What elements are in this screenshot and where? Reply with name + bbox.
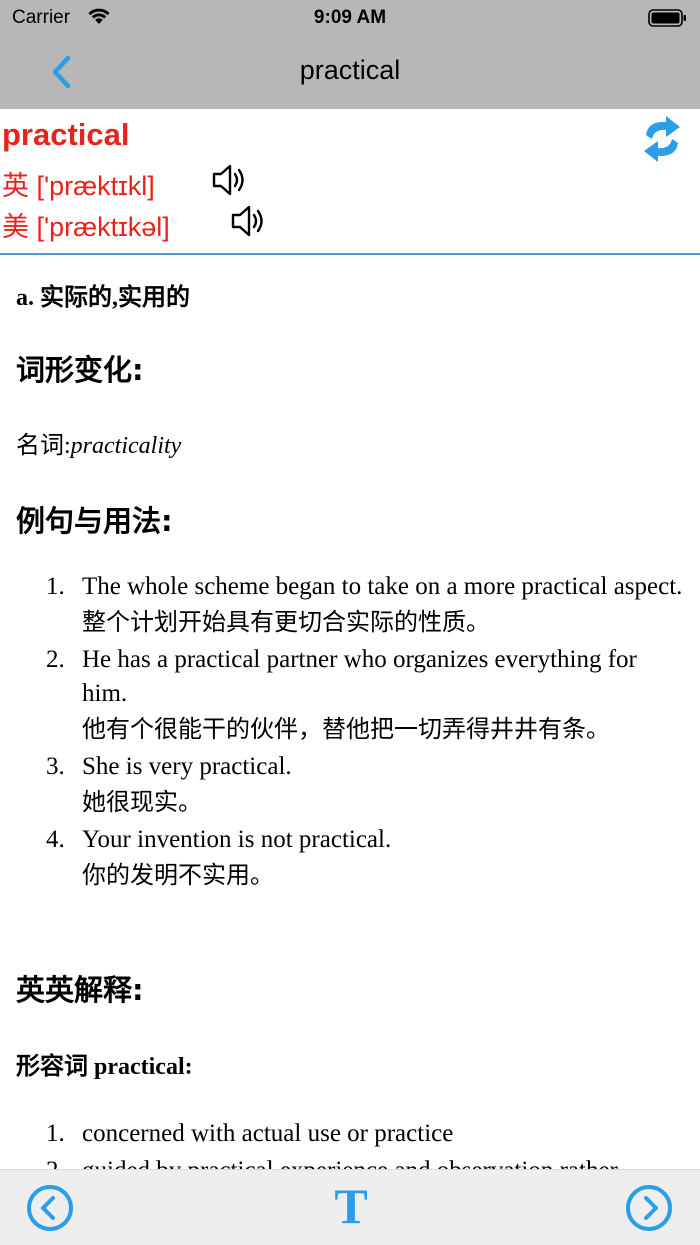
example-english: She is very practical. (82, 753, 292, 780)
font-size-icon: T (334, 1178, 368, 1234)
example-item: 2. He has a practical partner who organi… (0, 643, 700, 747)
part-of-speech: 形容词 practical: (16, 1054, 193, 1080)
word-header: practical 英 ['præktɪkl] 美 ['præktɪkəl] (0, 109, 700, 255)
example-number: 3. (46, 753, 65, 780)
headword: practical (2, 117, 130, 152)
next-word-button[interactable] (625, 1184, 673, 1232)
status-bar: Carrier 9:09 AM (0, 0, 700, 36)
morph-heading: 词形变化: (16, 353, 144, 387)
us-speaker-button[interactable] (230, 203, 270, 239)
example-english: He has a practical partner who organizes… (82, 646, 637, 707)
english-definition-list: 1. concerned with actual use or practice… (0, 1117, 700, 1169)
example-item: 4. Your invention is not practical. 你的发明… (0, 823, 700, 893)
top-bar: Carrier 9:09 AM practical (0, 0, 700, 109)
example-chinese: 她很现实。 (82, 788, 202, 816)
speaker-icon (212, 164, 244, 196)
morph-label: 名词: (16, 433, 71, 459)
bottom-toolbar: T (0, 1169, 700, 1245)
definition-text: guided by practical experience and obser… (82, 1157, 618, 1169)
example-number: 1. (46, 573, 65, 600)
example-chinese: 你的发明不实用。 (82, 861, 274, 889)
example-item: 1. The whole scheme began to take on a m… (0, 570, 700, 640)
basic-definition: a. 实际的,实用的 (16, 285, 190, 311)
definition-content: a. 实际的,实用的 词形变化: 名词:practicality 例句与用法: … (0, 255, 700, 1169)
definition-text: concerned with actual use or practice (82, 1120, 454, 1147)
morph-entry: 名词:practicality (16, 425, 181, 460)
uk-pronunciation: 英 ['præktɪkl] (2, 171, 155, 201)
definition-number: 2. (46, 1154, 65, 1169)
nav-title: practical (299, 55, 401, 85)
example-english: The whole scheme began to take on a more… (82, 573, 683, 600)
next-circle-icon (626, 1185, 672, 1231)
english-definition-item: 2. guided by practical experience and ob… (0, 1154, 700, 1169)
uk-speaker-button[interactable] (211, 162, 251, 198)
english-definition-heading: 英英解释: (16, 973, 144, 1007)
example-number: 2. (46, 646, 65, 673)
previous-word-button[interactable] (26, 1184, 74, 1232)
definition-number: 1. (46, 1120, 65, 1147)
clock: 9:09 AM (313, 7, 387, 28)
us-pronunciation: 美 ['præktɪkəl] (2, 212, 170, 242)
example-number: 4. (46, 826, 65, 853)
example-item: 3. She is very practical. 她很现实。 (0, 750, 700, 820)
examples-heading: 例句与用法: (16, 504, 173, 538)
prev-circle-icon (27, 1185, 73, 1231)
refresh-icon (644, 116, 680, 162)
nav-bar: practical (0, 36, 700, 109)
morph-value: practicality (70, 433, 182, 459)
font-size-button[interactable]: T (331, 1178, 371, 1234)
example-chinese: 整个计划开始具有更切合实际的性质。 (82, 608, 490, 636)
example-chinese: 他有个很能干的伙伴，替他把一切弄得井井有条。 (82, 715, 610, 743)
speaker-icon (231, 205, 263, 237)
battery-icon (648, 8, 688, 34)
english-definition-item: 1. concerned with actual use or practice (0, 1117, 700, 1151)
refresh-button[interactable] (640, 115, 684, 163)
example-list: 1. The whole scheme began to take on a m… (0, 570, 700, 896)
example-english: Your invention is not practical. (82, 826, 392, 853)
